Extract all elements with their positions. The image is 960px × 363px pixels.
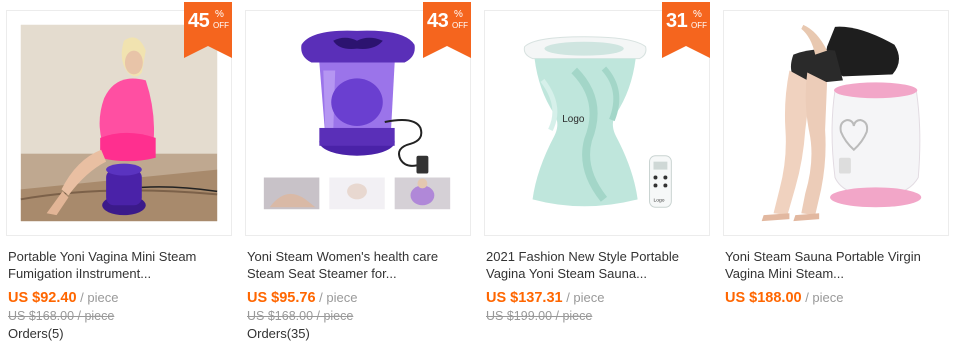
title-line-1: 2021 Fashion New Style Portable: [486, 249, 679, 264]
off-label: OFF: [452, 21, 468, 30]
original-price: US $199.00 / piece: [486, 309, 593, 323]
title-line-1: Portable Yoni Vagina Mini Steam: [8, 249, 197, 264]
off-label: OFF: [213, 21, 229, 30]
discount-value: 45: [188, 10, 210, 32]
off-label: OFF: [691, 21, 707, 30]
current-price: US $95.76: [247, 290, 316, 306]
product-title-link[interactable]: Portable Yoni Vagina Mini Steam Fumigati…: [8, 248, 230, 282]
price-unit: / piece: [801, 290, 844, 305]
price: US $92.40 / piece: [8, 289, 118, 306]
product-card[interactable]: Logo Logo 31 % OFF 2021 Fashion New Styl…: [484, 2, 710, 360]
logo-text: Logo: [562, 114, 585, 125]
price: US $188.00 / piece: [725, 289, 844, 306]
original-price: US $168.00 / piece: [247, 309, 354, 323]
product-card[interactable]: 43 % OFF Yoni Steam Women's health care …: [245, 2, 471, 360]
discount-value: 31: [666, 10, 688, 32]
discount-value: 43: [427, 10, 449, 32]
title-line-2: Vagina Mini Steam...: [725, 266, 844, 281]
title-line-1: Yoni Steam Women's health care: [247, 249, 439, 264]
title-line-2: Steam Seat Steamer for...: [247, 266, 397, 281]
order-count: Orders(35): [247, 326, 310, 341]
product-image[interactable]: [723, 10, 949, 236]
original-price: US $168.00 / piece: [8, 309, 115, 323]
title-line-2: Vagina Yoni Steam Sauna...: [486, 266, 647, 281]
percent-sign: %: [454, 9, 463, 20]
product-title-link[interactable]: Yoni Steam Women's health care Steam Sea…: [247, 248, 469, 282]
order-count: Orders(5): [8, 326, 64, 341]
price-unit: / piece: [76, 290, 119, 305]
product-title-link[interactable]: Yoni Steam Sauna Portable Virgin Vagina …: [725, 248, 947, 282]
current-price: US $137.31: [486, 290, 563, 306]
price-unit: / piece: [315, 290, 358, 305]
current-price: US $188.00: [725, 290, 802, 306]
product-grid: 45 % OFF Portable Yoni Vagina Mini Steam…: [0, 0, 960, 363]
product-card[interactable]: 45 % OFF Portable Yoni Vagina Mini Steam…: [6, 2, 232, 360]
percent-sign: %: [693, 9, 702, 20]
discount-badge: 43 % OFF: [423, 2, 471, 58]
title-line-1: Yoni Steam Sauna Portable Virgin: [725, 249, 921, 264]
title-line-2: Fumigation iInstrument...: [8, 266, 152, 281]
price: US $137.31 / piece: [486, 289, 605, 306]
discount-badge: 45 % OFF: [184, 2, 232, 58]
product-title-link[interactable]: 2021 Fashion New Style Portable Vagina Y…: [486, 248, 708, 282]
product-card[interactable]: Yoni Steam Sauna Portable Virgin Vagina …: [723, 10, 949, 360]
price-unit: / piece: [562, 290, 605, 305]
current-price: US $92.40: [8, 290, 77, 306]
remote-logo-text: Logo: [653, 197, 664, 203]
discount-badge: 31 % OFF: [662, 2, 710, 58]
white-pink-steam-seat-photo: [724, 11, 948, 235]
percent-sign: %: [215, 9, 224, 20]
price: US $95.76 / piece: [247, 289, 357, 306]
